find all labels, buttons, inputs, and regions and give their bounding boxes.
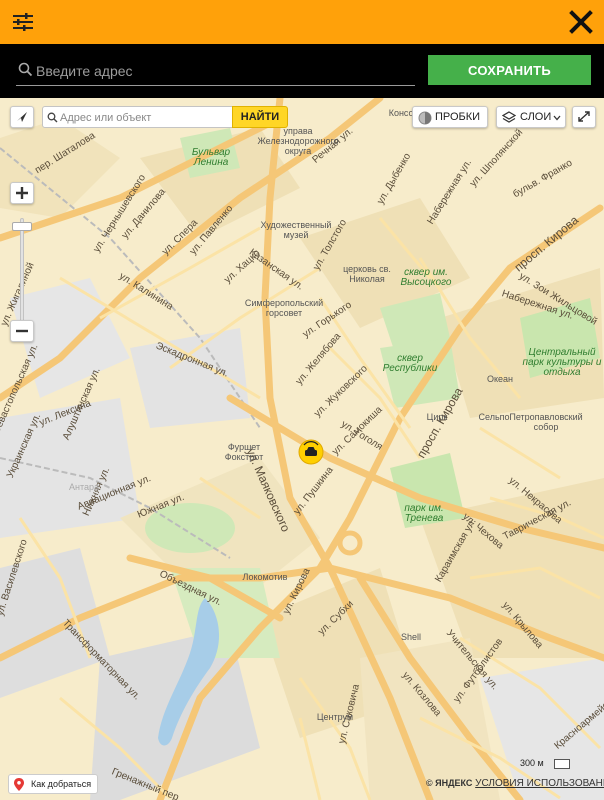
place-label: сквер Республики xyxy=(382,353,438,374)
address-input[interactable] xyxy=(36,59,406,83)
map-search: НАЙТИ xyxy=(42,106,288,128)
zoom-slider-handle[interactable] xyxy=(12,222,32,231)
layers-icon xyxy=(502,111,516,123)
traffic-label: ПРОБКИ xyxy=(435,111,481,123)
place-label: Центральный парк культуры и отдыха xyxy=(522,347,602,378)
save-button[interactable]: СОХРАНИТЬ xyxy=(428,55,591,85)
place-label: Антара xyxy=(68,482,99,492)
zoom-out-button[interactable] xyxy=(10,320,34,342)
place-label: Художественный музей xyxy=(260,220,332,240)
locate-button[interactable] xyxy=(10,106,34,128)
minus-icon xyxy=(16,329,28,333)
taxi-marker-icon[interactable] xyxy=(298,439,324,465)
place-label: Океан xyxy=(486,374,514,384)
sliders-icon[interactable] xyxy=(12,11,34,33)
place-label: сквер им. Высоцкого xyxy=(400,267,452,288)
address-field[interactable] xyxy=(16,56,415,86)
search-icon xyxy=(47,112,58,123)
map-search-field[interactable] xyxy=(42,106,234,128)
place-label: Фуршет Фокстрот xyxy=(224,442,264,462)
map-pin-icon xyxy=(14,778,24,791)
copyright: © ЯНДЕКС УСЛОВИЯ ИСПОЛЬЗОВАНИЯ xyxy=(426,778,604,789)
yandex-brand: © ЯНДЕКС xyxy=(426,778,473,788)
zoom-slider[interactable] xyxy=(20,218,24,330)
map-base xyxy=(0,98,604,800)
scale-bar: 300 м xyxy=(520,758,571,769)
map-search-input[interactable] xyxy=(60,110,230,125)
place-label: Локомотив xyxy=(242,572,288,582)
place-label: Центрум xyxy=(316,712,354,722)
place-label: Петропавловский собор xyxy=(509,412,583,432)
traffic-button[interactable]: ПРОБКИ xyxy=(412,106,488,128)
chevron-down-icon xyxy=(553,115,561,121)
place-label: парк им. Тренева xyxy=(404,503,444,524)
find-button[interactable]: НАЙТИ xyxy=(232,106,288,128)
place-label: Shell xyxy=(400,632,421,642)
top-bar xyxy=(0,0,604,44)
zoom-in-button[interactable] xyxy=(10,182,34,204)
place-label: управа Железнодорожного округа xyxy=(257,126,339,156)
expand-icon xyxy=(578,111,590,122)
map-view[interactable]: пер. Шаталова ул. Чернышевского ул. Дани… xyxy=(0,98,604,800)
place-label: церковь св. Николая xyxy=(343,264,391,284)
search-icon xyxy=(18,62,33,77)
address-bar: СОХРАНИТЬ xyxy=(0,44,604,98)
plus-icon xyxy=(16,187,28,199)
ruler-icon[interactable] xyxy=(554,758,571,769)
location-arrow-icon xyxy=(17,112,27,122)
place-label: Симферопольский горсовет xyxy=(244,298,324,318)
scale-label: 300 м xyxy=(520,758,544,768)
route-link[interactable]: Как добраться xyxy=(8,774,99,794)
layers-label: СЛОИ xyxy=(520,111,552,123)
place-label: Цирк xyxy=(426,412,448,422)
terms-link[interactable]: УСЛОВИЯ ИСПОЛЬЗОВАНИЯ xyxy=(475,778,604,789)
fullscreen-button[interactable] xyxy=(572,106,596,128)
traffic-light-icon xyxy=(418,111,432,125)
layers-button[interactable]: СЛОИ xyxy=(496,106,566,128)
place-label: Бульвар Ленина xyxy=(191,147,231,168)
route-label: Как добраться xyxy=(31,779,92,789)
close-icon[interactable] xyxy=(568,9,594,35)
